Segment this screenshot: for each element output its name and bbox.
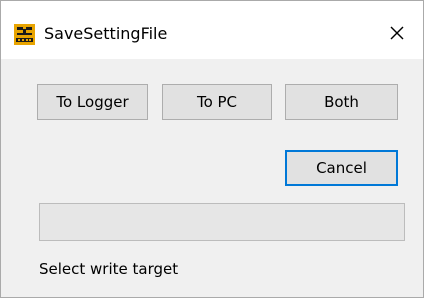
to-logger-button[interactable]: To Logger bbox=[37, 84, 148, 120]
status-text: Select write target bbox=[39, 260, 179, 278]
both-button[interactable]: Both bbox=[285, 84, 398, 120]
data-logger-icon bbox=[14, 24, 35, 45]
title-bar[interactable]: SaveSettingFile bbox=[1, 1, 423, 59]
dialog-content: To Logger To PC Both Cancel Select write… bbox=[1, 59, 423, 297]
to-pc-button[interactable]: To PC bbox=[162, 84, 272, 120]
progress-bar bbox=[39, 203, 405, 241]
window-title: SaveSettingFile bbox=[44, 24, 168, 43]
close-button[interactable] bbox=[377, 18, 417, 52]
cancel-button[interactable]: Cancel bbox=[285, 150, 398, 186]
close-icon bbox=[389, 25, 405, 45]
dialog-window: SaveSettingFile To Logger To PC Both Can… bbox=[0, 0, 424, 298]
